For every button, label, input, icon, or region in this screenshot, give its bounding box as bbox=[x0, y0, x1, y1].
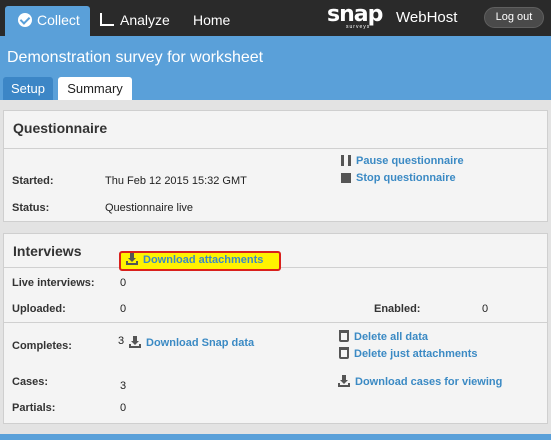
logout-button[interactable]: Log out bbox=[484, 7, 544, 28]
trash-icon bbox=[339, 330, 349, 342]
partials-value: 0 bbox=[120, 402, 127, 414]
delete-all-data-label: Delete all data bbox=[354, 331, 428, 343]
stop-icon bbox=[341, 173, 351, 183]
started-value: Thu Feb 12 2015 15:32 GMT bbox=[105, 175, 247, 187]
page-title: Demonstration survey for worksheet bbox=[7, 49, 264, 66]
top-navigation-bar: Collect Analyze Home snap surveys WebHos… bbox=[0, 0, 551, 36]
page-header: Demonstration survey for worksheet Setup… bbox=[0, 36, 551, 100]
live-interviews-value: 0 bbox=[120, 277, 127, 289]
started-label: Started: bbox=[12, 175, 54, 187]
stop-questionnaire-label: Stop questionnaire bbox=[356, 172, 456, 184]
download-attachments-link[interactable]: Download attachments bbox=[126, 253, 263, 266]
download-icon bbox=[338, 375, 350, 387]
download-snap-data-link[interactable]: Download Snap data bbox=[129, 336, 254, 349]
uploaded-value: 0 bbox=[120, 303, 127, 315]
download-cases-link[interactable]: Download cases for viewing bbox=[338, 375, 502, 388]
pause-questionnaire-link[interactable]: Pause questionnaire bbox=[341, 155, 464, 167]
live-interviews-label: Live interviews: bbox=[12, 277, 95, 289]
delete-all-data-link[interactable]: Delete all data bbox=[339, 330, 428, 343]
delete-attachments-label: Delete just attachments bbox=[354, 348, 478, 360]
cases-label: Cases: bbox=[12, 376, 49, 388]
download-icon bbox=[129, 336, 141, 348]
partials-label: Partials: bbox=[12, 402, 56, 414]
download-attachments-label: Download attachments bbox=[143, 254, 264, 266]
questionnaire-title: Questionnaire bbox=[13, 120, 108, 136]
nav-home-label: Home bbox=[193, 12, 231, 28]
status-value: Questionnaire live bbox=[105, 202, 194, 214]
snap-logo: snap bbox=[327, 2, 383, 27]
nav-collect-tab[interactable]: Collect bbox=[5, 6, 90, 36]
nav-analyze-label: Analyze bbox=[120, 12, 170, 28]
completes-value: 3 bbox=[118, 335, 125, 347]
divider bbox=[4, 148, 547, 149]
nav-home-tab[interactable]: Home bbox=[193, 6, 230, 36]
cases-value: 3 bbox=[120, 380, 127, 392]
completes-label: Completes: bbox=[12, 340, 72, 352]
stop-questionnaire-link[interactable]: Stop questionnaire bbox=[341, 172, 456, 184]
tab-summary[interactable]: Summary bbox=[58, 77, 132, 100]
check-circle-icon bbox=[18, 13, 32, 27]
tab-setup[interactable]: Setup bbox=[3, 77, 53, 100]
status-label: Status: bbox=[12, 202, 50, 214]
divider bbox=[4, 322, 547, 323]
nav-analyze-tab[interactable]: Analyze bbox=[100, 6, 170, 36]
delete-attachments-link[interactable]: Delete just attachments bbox=[339, 347, 477, 360]
snap-logo-sub: surveys bbox=[346, 24, 371, 30]
pause-questionnaire-label: Pause questionnaire bbox=[356, 155, 464, 167]
nav-collect-label: Collect bbox=[37, 12, 80, 28]
uploaded-label: Uploaded: bbox=[12, 303, 66, 315]
trash-icon bbox=[339, 347, 349, 359]
enabled-value: 0 bbox=[482, 303, 489, 315]
download-cases-label: Download cases for viewing bbox=[355, 376, 503, 388]
questionnaire-panel: Questionnaire Started: Thu Feb 12 2015 1… bbox=[3, 110, 548, 222]
pause-icon bbox=[341, 155, 351, 166]
download-icon bbox=[126, 253, 138, 265]
chart-icon bbox=[100, 13, 114, 26]
bottom-bar bbox=[0, 434, 551, 440]
download-snap-data-label: Download Snap data bbox=[146, 337, 255, 349]
product-name: WebHost bbox=[396, 9, 458, 26]
interviews-title: Interviews bbox=[13, 243, 82, 259]
enabled-label: Enabled: bbox=[374, 303, 421, 315]
